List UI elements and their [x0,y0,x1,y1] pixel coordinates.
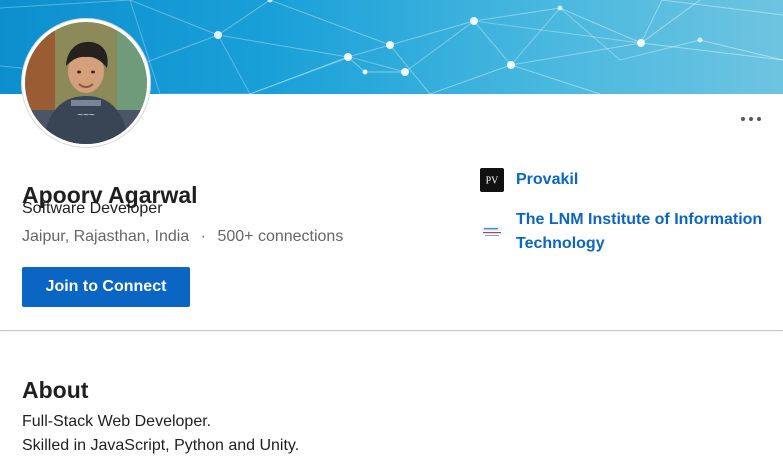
connections-count: 500+ connections [217,228,344,245]
more-options-button[interactable] [736,110,766,128]
organization-item-lnmiit: The LNM Institute of Information Technol… [480,208,780,256]
about-line-2: Skilled in JavaScript, Python and Unity. [22,437,300,454]
provakil-logo-icon: PV [480,168,504,192]
profile-page: ~~~ Apoorv Agarwal Software Developer Ja… [0,0,783,471]
organization-link-lnmiit[interactable]: The LNM Institute of Information Technol… [516,208,780,256]
lnmiit-logo-icon [480,220,504,244]
svg-text:~~~: ~~~ [77,110,95,121]
svg-text:PV: PV [486,176,500,187]
about-heading: About [22,377,89,404]
organization-item-provakil: PV Provakil [480,168,780,192]
section-divider [0,330,783,331]
profile-avatar-icon: ~~~ [25,22,147,144]
more-horizontal-icon [749,117,753,121]
profile-meta: Jaipur, Rajasthan, India · 500+ connecti… [22,227,343,247]
profile-headline: Software Developer [22,200,163,217]
organization-link-provakil[interactable]: Provakil [516,168,780,192]
more-horizontal-icon [757,117,761,121]
about-line-1: Full-Stack Web Developer. [22,413,212,430]
join-to-connect-button[interactable]: Join to Connect [22,267,190,307]
meta-separator: · [200,228,206,245]
more-horizontal-icon [741,117,745,121]
profile-location: Jaipur, Rajasthan, India [22,228,190,245]
profile-avatar: ~~~ [22,19,150,147]
